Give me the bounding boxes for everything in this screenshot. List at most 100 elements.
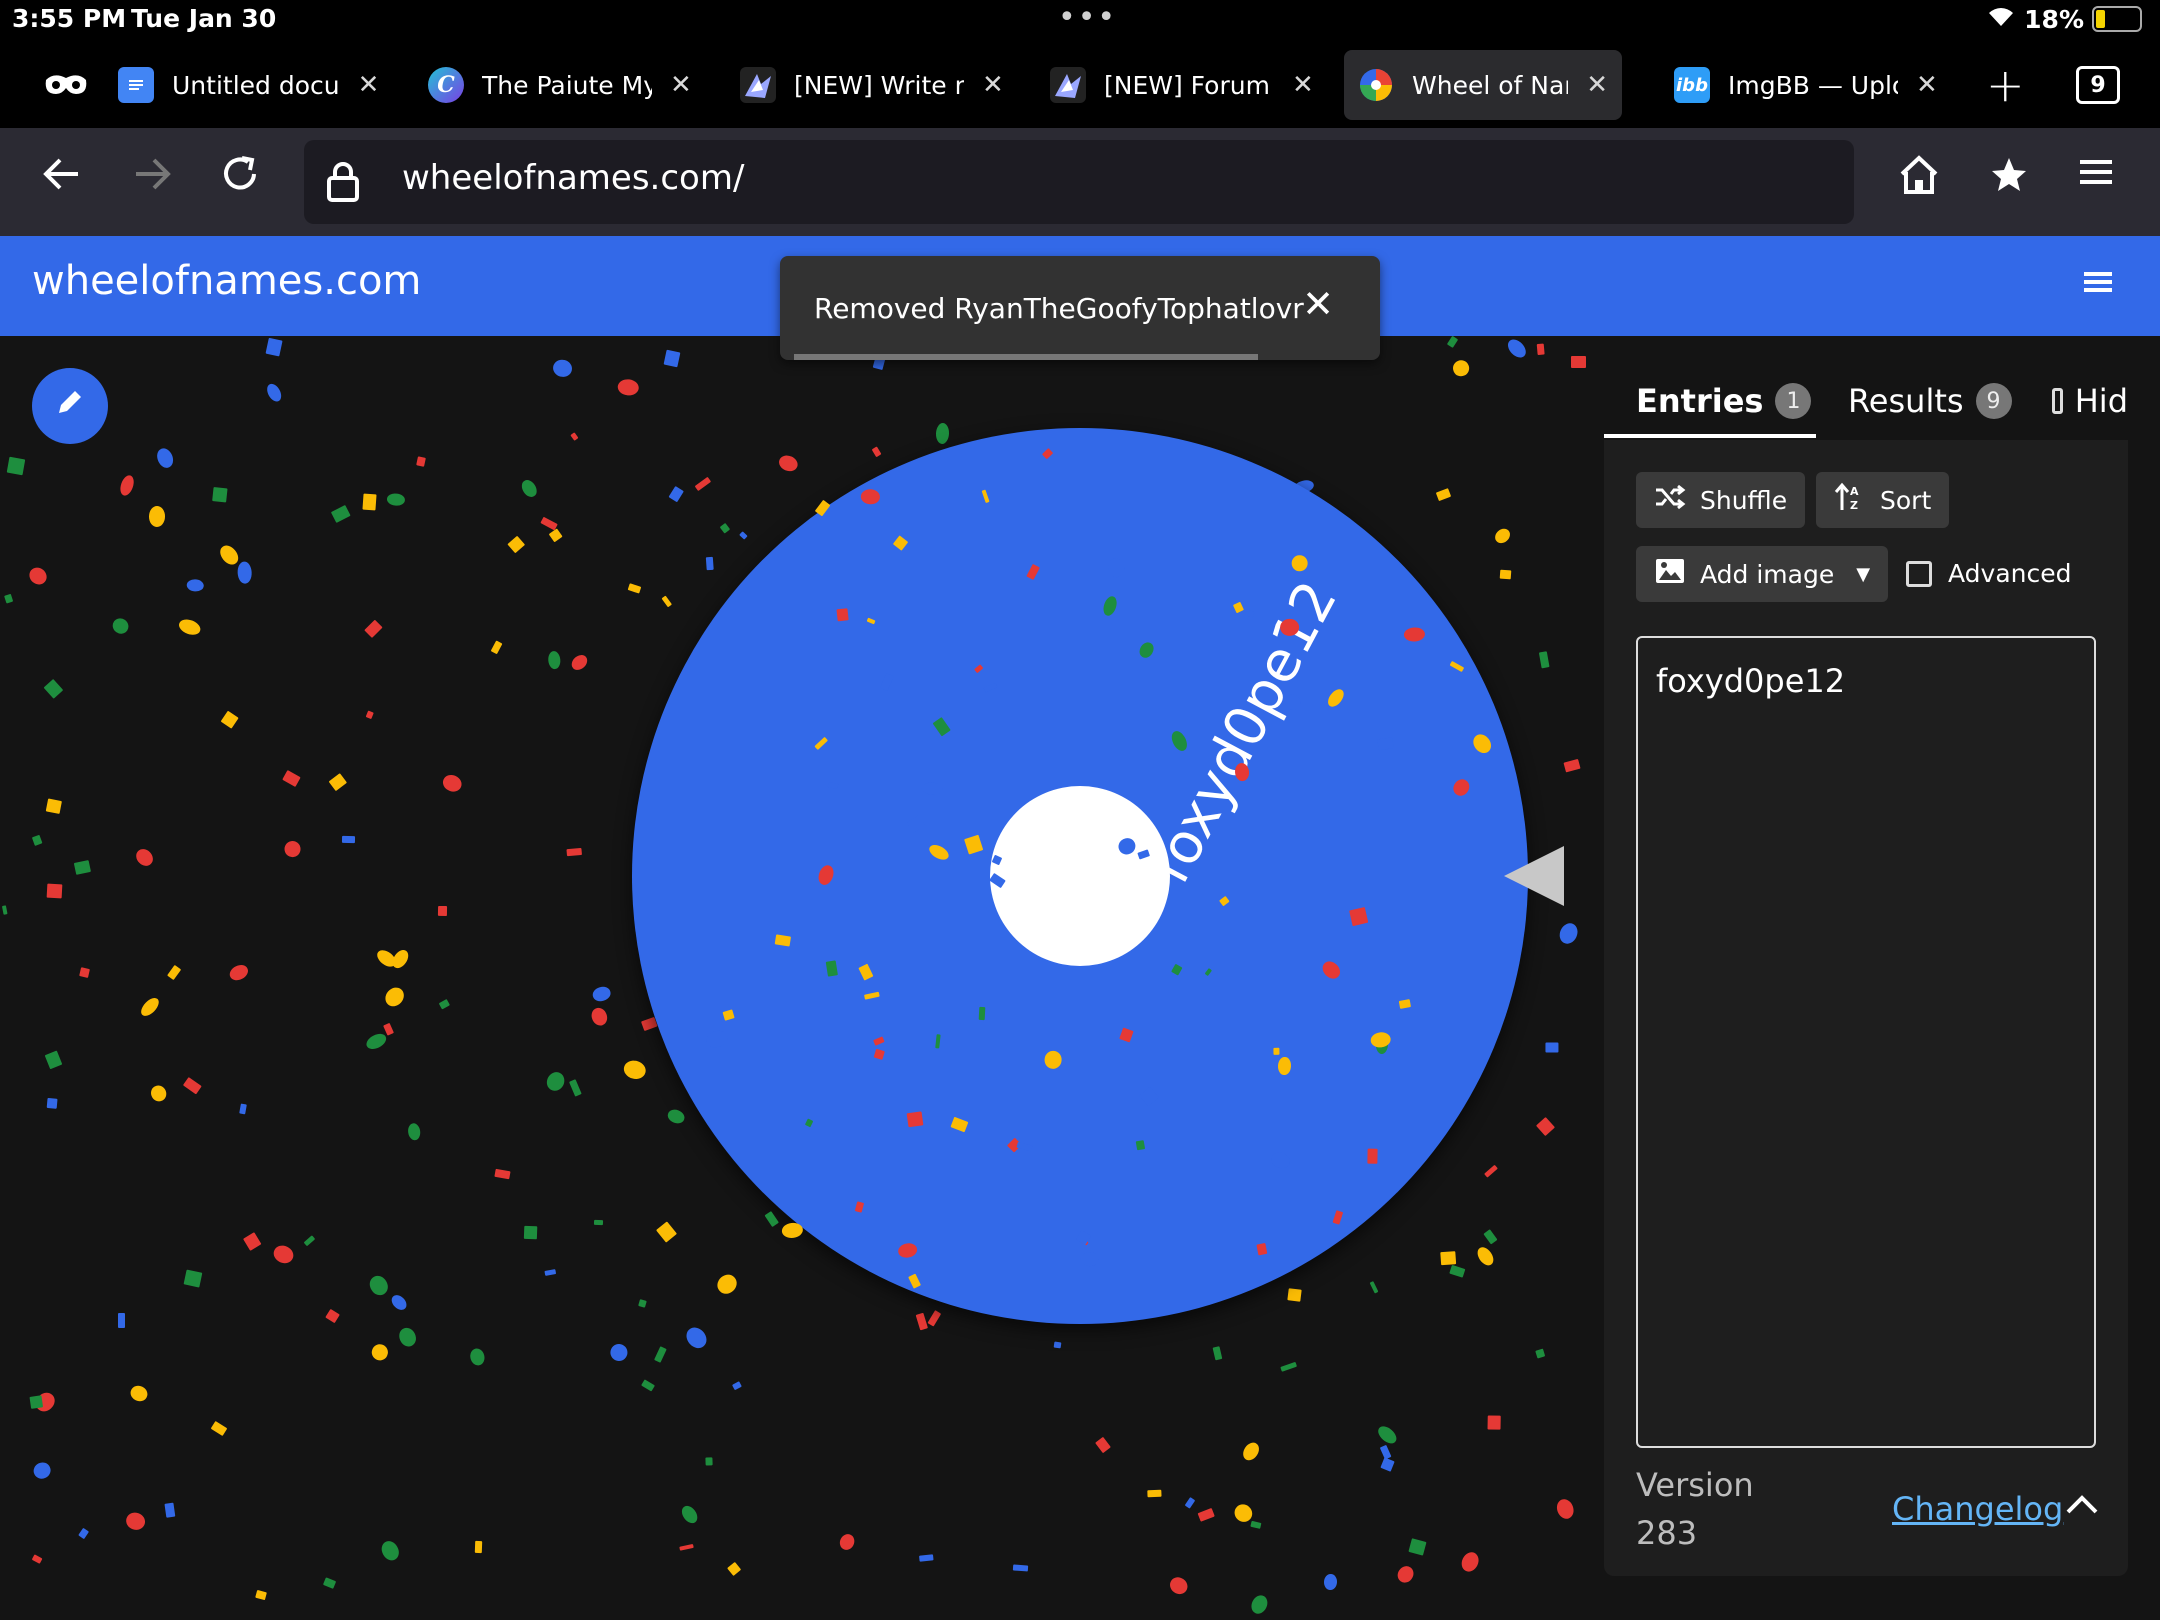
plus-icon: + [1986,58,2025,112]
confetti-piece [989,872,1007,888]
url-text[interactable]: wheelofnames.com/ [402,158,744,198]
forward-icon[interactable] [130,152,174,207]
confetti-piece [1291,554,1308,572]
confetti-piece [815,863,836,888]
tab-title: Untitled docu [172,70,340,100]
hide-toggle[interactable]: Hid [2052,382,2128,420]
c-logo-icon: C [428,67,464,103]
confetti-piece [1076,1229,1091,1245]
private-mode-icon[interactable] [30,50,102,120]
chevron-up-icon[interactable] [2064,1484,2100,1525]
confetti-piece [704,1028,730,1050]
url-bar[interactable]: wheelofnames.com/ [304,140,1854,224]
confetti-piece [1484,1164,1499,1178]
close-tab-icon[interactable]: ✕ [358,70,380,100]
wheel-of-names-icon [1358,67,1394,103]
confetti-piece [1107,557,1126,579]
confetti-piece [981,489,990,503]
confetti-piece [1474,1244,1497,1269]
tab-entries-label: Entries [1636,382,1764,420]
confetti-piece [1325,686,1347,710]
tab-entries[interactable]: Entries 1 [1636,382,1812,420]
sort-icon: AZ [1834,482,1866,518]
confetti-piece [1377,737,1394,751]
tab-imgbb[interactable]: ibb ImgBB — Uploa ✕ [1660,50,1952,120]
confetti-piece [1449,1264,1466,1278]
hide-checkbox[interactable] [2052,388,2063,414]
close-tab-icon[interactable]: ✕ [982,70,1004,100]
tab-bar: Untitled docu ✕ C The Paiute Myt ✕ [NEW]… [0,42,2160,128]
tab-results[interactable]: Results 9 [1848,382,2012,420]
site-menu-icon[interactable] [2078,262,2118,313]
confetti-piece [893,536,909,552]
tab-title: The Paiute Myt [482,70,652,100]
confetti-piece [720,522,731,534]
site-logo[interactable]: wheelofnames.com [32,258,421,304]
confetti-piece [1435,488,1451,502]
confetti-piece [774,933,791,947]
hide-label: Hid [2074,382,2128,420]
close-tab-icon[interactable]: ✕ [1586,70,1608,100]
tab-results-label: Results [1848,382,1964,420]
browser-toolbar: wheelofnames.com/ [0,128,2160,236]
confetti-piece [1450,776,1472,799]
confetti-piece [656,1221,678,1242]
home-icon[interactable] [1896,152,1942,209]
battery-percent: 18% [2024,4,2084,34]
advanced-toggle[interactable]: Advanced [1906,559,2072,588]
confetti-piece [950,1117,968,1133]
tab-count: 9 [2076,66,2120,104]
close-tab-icon[interactable]: ✕ [670,70,692,100]
status-time: 3:55 PM [12,4,127,33]
tab-wheel-of-names[interactable]: Wheel of Name ✕ [1344,50,1622,120]
toast-notification: Removed RyanTheGoofyTophatlovr ✕ [780,256,1380,360]
add-image-dropdown[interactable]: Add image ▼ [1636,546,1889,602]
reload-icon[interactable] [218,152,262,207]
confetti-piece [1332,1210,1344,1226]
image-icon [1654,557,1686,591]
close-tab-icon[interactable]: ✕ [1292,70,1314,100]
close-tab-icon[interactable]: ✕ [1916,70,1938,100]
edit-button[interactable] [32,368,108,444]
confetti-piece [1116,834,1139,857]
confetti-piece [1170,963,1183,977]
svg-text:Z: Z [1850,499,1858,512]
confetti-piece [932,717,951,737]
new-tab-button[interactable]: + [1972,50,2039,120]
confetti-piece [854,1200,864,1212]
shuffle-button[interactable]: Shuffle [1636,472,1806,528]
pencil-icon [53,385,87,428]
back-icon[interactable] [40,152,84,207]
confetti-piece [1234,762,1250,782]
browser-menu-icon[interactable] [2076,152,2116,203]
confetti-piece [1041,447,1054,460]
entry-line[interactable]: foxyd0pe12 [1656,662,1845,700]
confetti-piece [1366,1148,1378,1164]
changelog-link[interactable]: Changelog [1892,1490,2063,1528]
confetti-piece [814,500,830,517]
version-number: 283 [1636,1514,1698,1552]
sort-button[interactable]: AZ Sort [1816,472,1950,528]
tab-write[interactable]: [NEW] Write n ✕ [726,50,1018,120]
confetti-piece [1168,728,1190,754]
google-docs-icon [118,67,154,103]
multitasking-dots-icon[interactable]: ••• [1058,0,1117,35]
confetti-piece [1043,1050,1063,1070]
confetti-piece [863,991,880,1000]
confetti-piece [927,842,952,863]
confetti-piece [1100,595,1119,619]
confetti-piece [1118,1027,1134,1042]
tab-title: ImgBB — Uploa [1728,70,1898,100]
bookmark-star-icon[interactable] [1986,152,2032,209]
confetti-piece [805,1118,814,1127]
tab-forum[interactable]: [NEW] Forum T ✕ [1036,50,1328,120]
tab-untitled-doc[interactable]: Untitled docu ✕ [104,50,393,120]
toast-progress [794,354,1258,360]
confetti-piece [1469,731,1495,757]
tab-paiute[interactable]: C The Paiute Myt ✕ [414,50,706,120]
confetti-piece [907,814,926,833]
advanced-checkbox[interactable] [1906,560,1932,587]
tab-switcher-button[interactable]: 9 [2062,50,2134,120]
close-icon[interactable]: ✕ [1302,282,1334,326]
entries-textarea[interactable]: foxyd0pe12 [1636,636,2096,1448]
